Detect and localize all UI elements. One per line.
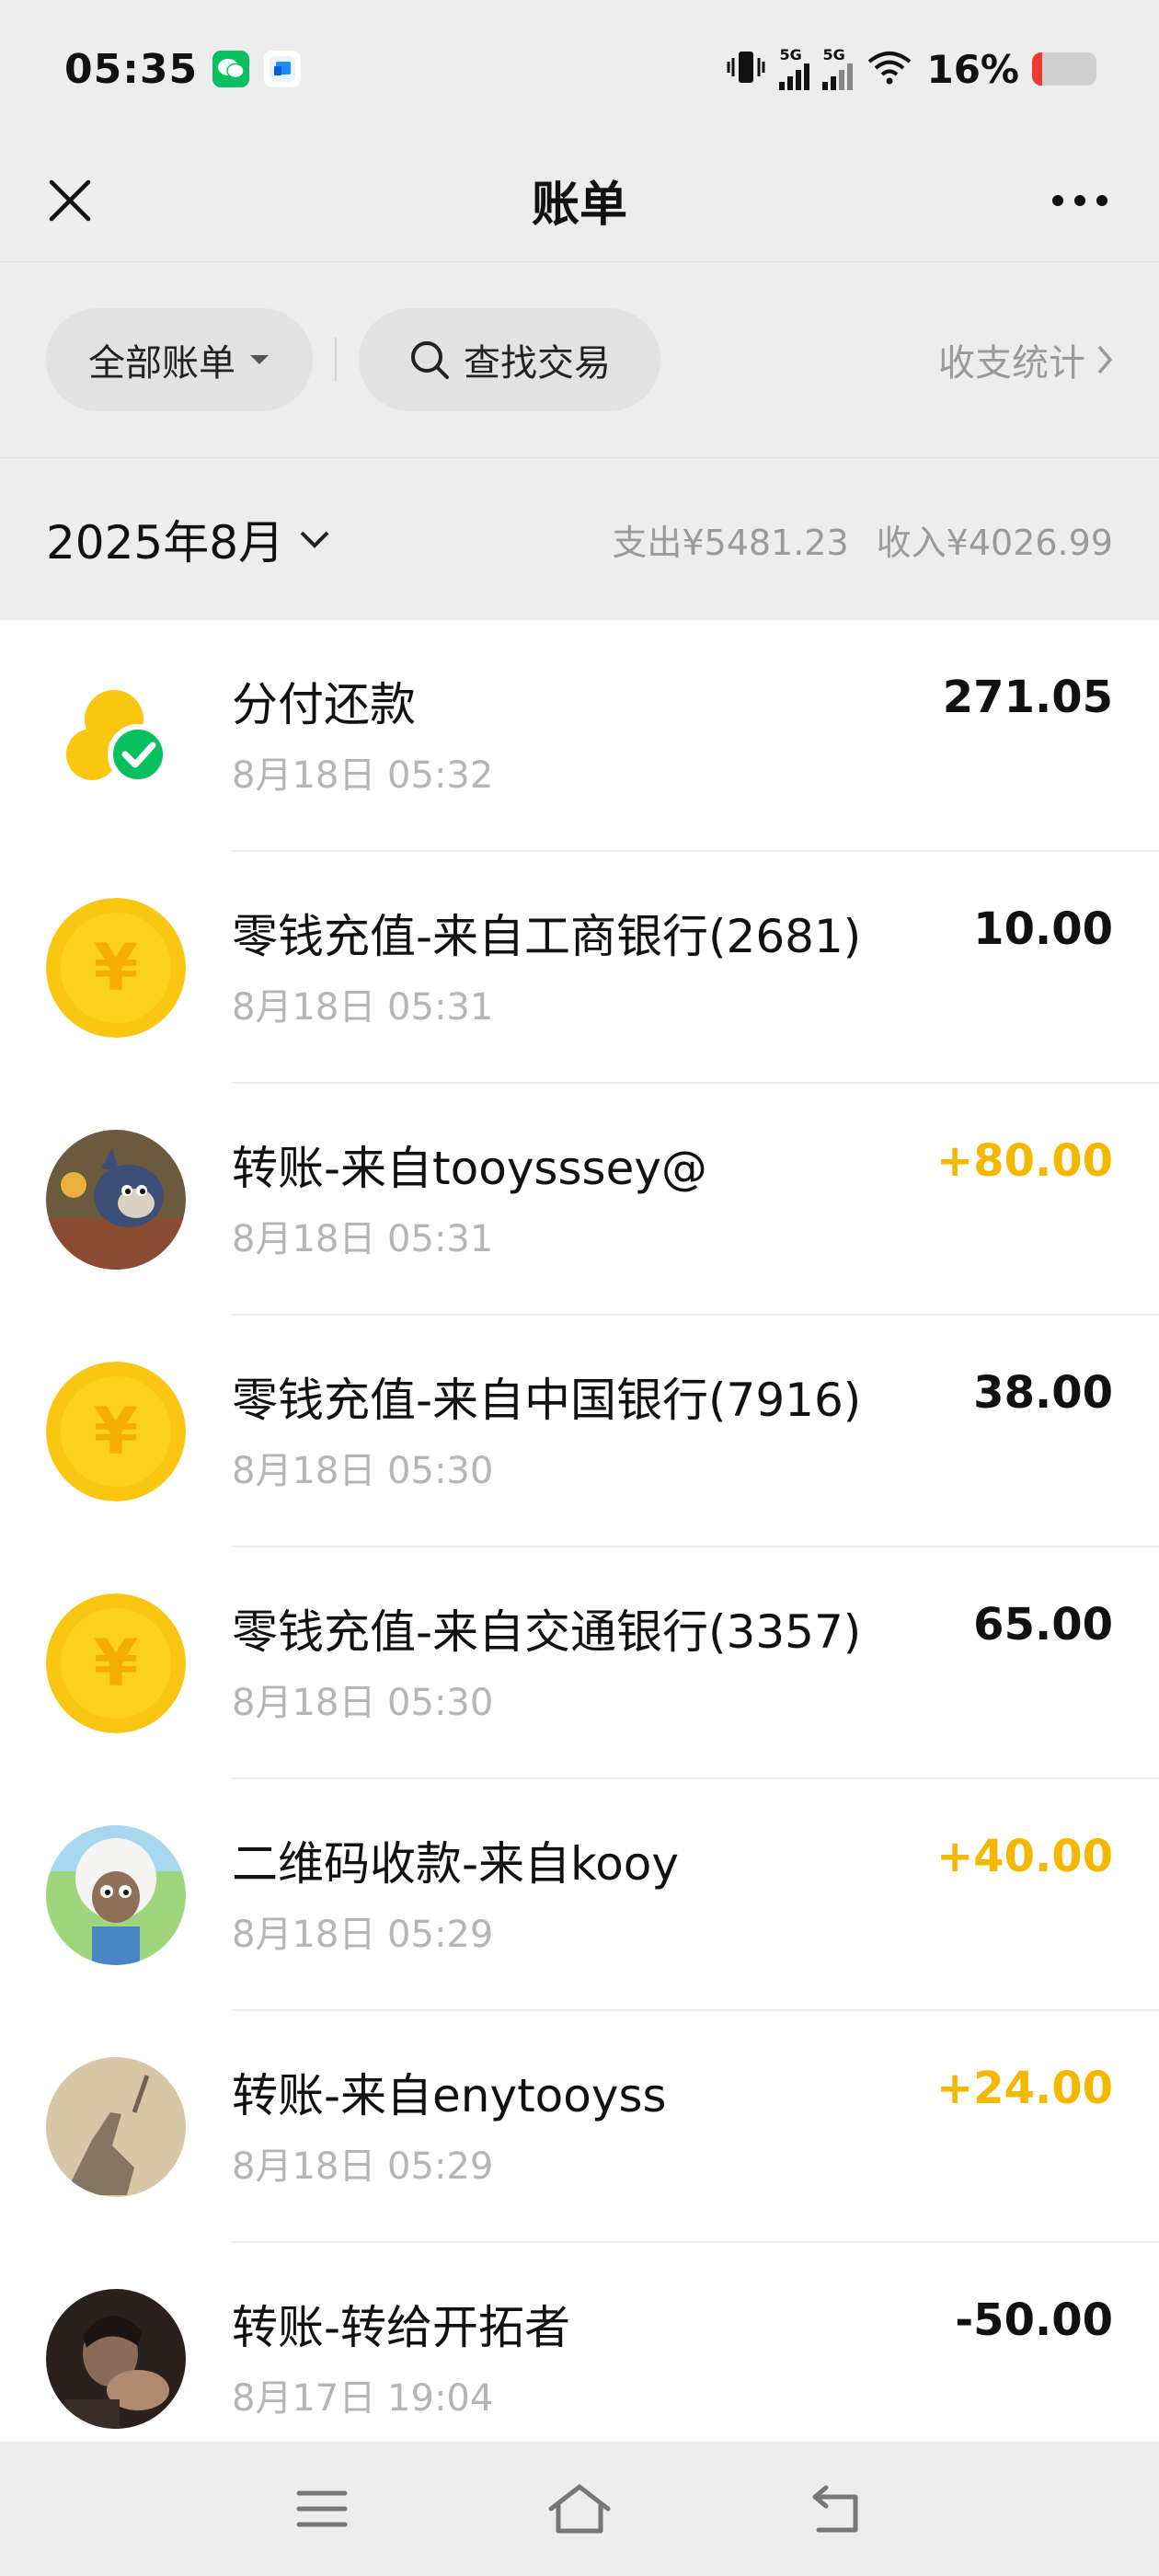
title-bar: 账单 (0, 138, 1159, 262)
network-label-1: 5G (779, 46, 802, 63)
cartoon-cat-avatar (46, 1130, 186, 1270)
status-time: 05:35 (64, 45, 199, 93)
transaction-time: 8月18日 05:30 (232, 1682, 494, 1724)
transaction-time: 8月18日 05:30 (232, 1450, 494, 1492)
transaction-title: 转账-来自enytooyss (232, 2069, 667, 2122)
transaction-row[interactable]: ¥ 零钱充值-来自交通银行(3357) 8月18日 05:30 65.00 (0, 1547, 1159, 1779)
transaction-amount: 271.05 (942, 672, 1113, 723)
chevron-down-icon (300, 531, 329, 548)
expense-total: 支出¥5481.23 (612, 522, 849, 563)
wifi-icon (866, 49, 913, 89)
status-left: 05:35 (64, 45, 302, 93)
transaction-time: 8月18日 05:31 (232, 1218, 494, 1260)
transaction-title: 分付还款 (232, 678, 416, 731)
transaction-row[interactable]: 分付还款 8月18日 05:32 271.05 (0, 620, 1159, 852)
transaction-amount: +80.00 (935, 1135, 1113, 1187)
income-total: 收入¥4026.99 (876, 522, 1113, 563)
transaction-time: 8月17日 19:04 (232, 2377, 494, 2420)
more-icon (1052, 195, 1107, 206)
transaction-row[interactable]: 转账-来自tooysssey@ 8月18日 05:31 +80.00 (0, 1084, 1159, 1316)
status-bar: 05:35 5G 5G 16% (0, 0, 1159, 138)
transaction-row[interactable]: ¥ 零钱充值-来自工商银行(2681) 8月18日 05:31 10.00 (0, 852, 1159, 1084)
home-button[interactable] (538, 2467, 621, 2550)
wechat-icon (212, 51, 250, 87)
search-label: 查找交易 (464, 342, 611, 385)
filter-bar: 全部账单 查找交易 收支统计 (0, 262, 1159, 458)
menu-icon (296, 2490, 348, 2527)
yuan-coin-icon: ¥ (46, 1593, 186, 1733)
back-icon (812, 2485, 858, 2533)
close-button[interactable] (33, 164, 107, 237)
transaction-amount: -50.00 (955, 2294, 1113, 2346)
status-right: 5G 5G 16% (726, 47, 1096, 92)
transaction-title: 零钱充值-来自工商银行(2681) (232, 910, 862, 963)
close-icon (49, 179, 91, 222)
home-icon (548, 2484, 611, 2534)
battery-percent: 16% (926, 46, 1019, 92)
chevron-right-icon (1097, 345, 1113, 374)
system-nav-bar (0, 2442, 1159, 2576)
signal-icon-2: 5G (822, 46, 854, 90)
transaction-list: 分付还款 8月18日 05:32 271.05 ¥ 零钱充值-来自工商银行(26… (0, 620, 1159, 2442)
transaction-amount: +40.00 (935, 1831, 1113, 1882)
cartoon-sheep-avatar (46, 1825, 186, 1965)
search-transactions-button[interactable]: 查找交易 (359, 308, 660, 411)
yuan-coin-icon: ¥ (46, 898, 186, 1038)
month-summary: 支出¥5481.23 收入¥4026.99 (612, 514, 1113, 565)
caret-down-icon (250, 355, 269, 364)
signal-icon: 5G (779, 46, 810, 90)
transaction-amount: 65.00 (973, 1599, 1113, 1650)
more-button[interactable] (1034, 164, 1126, 237)
transaction-time: 8月18日 05:31 (232, 986, 494, 1029)
vibrate-icon (726, 49, 766, 89)
battery-icon (1032, 52, 1096, 86)
transaction-title: 转账-来自tooysssey@ (232, 1142, 707, 1195)
search-icon (411, 341, 449, 379)
stats-link[interactable]: 收支统计 (938, 308, 1113, 411)
filter-divider (335, 338, 337, 382)
network-label-2: 5G (822, 46, 845, 63)
shadow-photo-avatar (46, 2057, 186, 2197)
transaction-row[interactable]: 二维码收款-来自kooy 8月18日 05:29 +40.00 (0, 1779, 1159, 2011)
transaction-amount: 10.00 (973, 903, 1113, 955)
transaction-title: 二维码收款-来自kooy (232, 1837, 679, 1891)
month-label: 2025年8月 (46, 516, 285, 569)
transaction-row[interactable]: 转账-转给开拓者 8月17日 19:04 -50.00 (0, 2243, 1159, 2442)
yuan-coin-icon: ¥ (46, 1362, 186, 1501)
transaction-row[interactable]: ¥ 零钱充值-来自中国银行(7916) 8月18日 05:30 38.00 (0, 1316, 1159, 1547)
transaction-amount: +24.00 (935, 2063, 1113, 2114)
transaction-time: 8月18日 05:32 (232, 754, 494, 797)
transaction-time: 8月18日 05:29 (232, 1914, 494, 1956)
stats-label: 收支统计 (938, 342, 1085, 385)
month-selector[interactable]: 2025年8月 (46, 506, 330, 572)
transaction-row[interactable]: 转账-来自enytooyss 8月18日 05:29 +24.00 (0, 2011, 1159, 2243)
month-row: 2025年8月 支出¥5481.23 收入¥4026.99 (0, 458, 1159, 620)
transaction-title: 零钱充值-来自中国银行(7916) (232, 1374, 862, 1427)
transaction-title: 零钱充值-来自交通银行(3357) (232, 1605, 862, 1659)
fenfu-icon (46, 666, 186, 806)
transaction-title: 转账-转给开拓者 (232, 2301, 571, 2354)
blue-app-icon (264, 51, 302, 87)
all-bills-label: 全部账单 (88, 342, 235, 385)
person-photo-avatar (46, 2289, 186, 2429)
all-bills-dropdown[interactable]: 全部账单 (46, 308, 313, 411)
page-title: 账单 (531, 177, 627, 233)
menu-button[interactable] (281, 2467, 363, 2550)
transaction-time: 8月18日 05:29 (232, 2145, 494, 2188)
transaction-amount: 38.00 (973, 1367, 1113, 1419)
back-button[interactable] (796, 2467, 878, 2550)
